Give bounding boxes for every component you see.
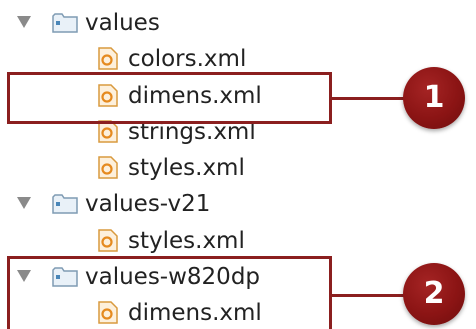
callout-badge-2: 2 — [403, 263, 465, 325]
callout-connector-2 — [332, 294, 404, 297]
tree-item-label: colors.xml — [128, 46, 247, 72]
disclosure-triangle-icon[interactable] — [17, 16, 31, 28]
tree-row-file[interactable]: styles.xml — [0, 151, 340, 187]
tree-item-label: styles.xml — [128, 155, 245, 181]
tree-item-label: styles.xml — [128, 228, 245, 254]
tree-row-file[interactable]: styles.xml — [0, 224, 340, 260]
highlight-box-2 — [7, 256, 332, 329]
xml-file-icon — [98, 47, 118, 70]
tree-row-values-folder[interactable]: values — [0, 6, 340, 42]
folder-icon — [52, 194, 78, 214]
disclosure-triangle-icon[interactable] — [17, 197, 31, 209]
highlight-box-1 — [7, 72, 332, 124]
callout-connector-1 — [332, 97, 404, 100]
tree-item-label: values — [85, 10, 160, 36]
xml-file-icon — [98, 156, 118, 179]
folder-icon — [52, 13, 78, 33]
xml-file-icon — [98, 229, 118, 252]
tree-item-label: values-v21 — [85, 191, 211, 217]
callout-badge-1: 1 — [403, 67, 465, 129]
tree-row-values-v21-folder[interactable]: values-v21 — [0, 187, 340, 223]
